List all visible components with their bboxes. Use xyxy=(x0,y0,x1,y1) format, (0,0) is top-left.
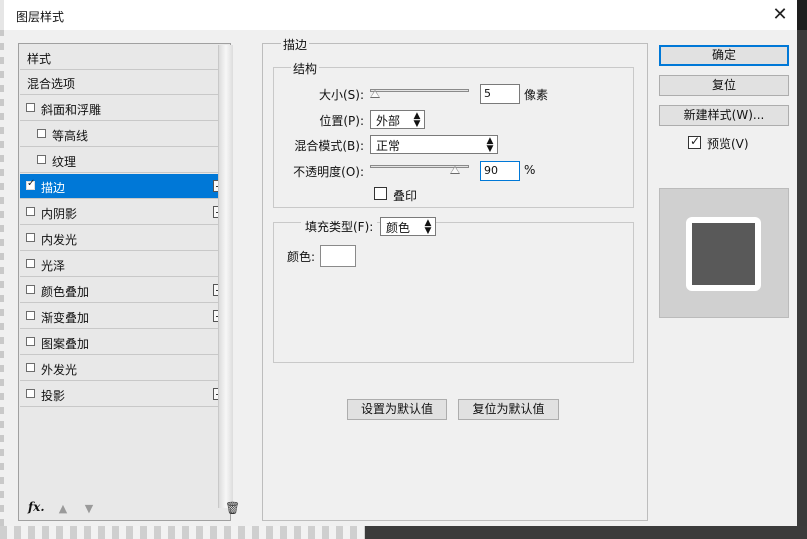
style-item[interactable]: 斜面和浮雕 xyxy=(20,96,229,121)
size-input[interactable]: 5 xyxy=(480,84,520,104)
style-item-label: 斜面和浮雕 xyxy=(41,103,102,117)
set-default-button[interactable]: 设置为默认值 xyxy=(347,399,447,420)
style-item[interactable]: 混合选项 xyxy=(20,70,229,95)
move-up-icon[interactable]: ▲ xyxy=(57,502,69,515)
style-item-checkbox[interactable] xyxy=(26,178,35,190)
updown-arrow-icon: ▲ ▼ xyxy=(486,136,494,154)
preview-checkbox[interactable] xyxy=(688,134,701,149)
style-item-label: 混合选项 xyxy=(27,77,76,91)
size-slider-thumb[interactable] xyxy=(370,90,380,98)
style-item-checkbox[interactable] xyxy=(26,363,35,372)
styles-list-scrollbar[interactable] xyxy=(218,45,233,508)
opacity-input[interactable]: 90 xyxy=(480,161,520,181)
style-item-checkbox[interactable] xyxy=(26,389,35,398)
style-item-label: 内发光 xyxy=(41,233,78,247)
style-item-checkbox[interactable] xyxy=(26,285,35,294)
position-value: 外部 xyxy=(376,114,401,128)
style-item-label: 光泽 xyxy=(41,259,66,273)
size-label: 大小(S): xyxy=(318,88,364,102)
opacity-slider-thumb[interactable] xyxy=(450,166,461,174)
style-item[interactable]: 纹理 xyxy=(20,148,229,173)
style-preview xyxy=(659,188,789,318)
style-item-checkbox[interactable] xyxy=(37,155,46,164)
style-item[interactable]: 描边 xyxy=(20,174,229,199)
move-down-icon[interactable]: ▼ xyxy=(83,502,95,515)
reset-default-button[interactable]: 复位为默认值 xyxy=(458,399,559,420)
style-item[interactable]: 渐变叠加 xyxy=(20,304,229,329)
updown-arrow-icon: ▲ ▼ xyxy=(424,218,432,236)
updown-arrow-icon: ▲ ▼ xyxy=(413,111,421,129)
style-item-checkbox[interactable] xyxy=(26,233,35,242)
size-unit: 像素 xyxy=(524,88,549,102)
style-item-checkbox[interactable] xyxy=(26,259,35,268)
stroke-section-title: 描边 xyxy=(281,36,310,53)
structure-title: 结构 xyxy=(291,60,320,77)
close-icon[interactable]: ✕ xyxy=(769,4,791,26)
style-item-label: 渐变叠加 xyxy=(41,311,90,325)
opacity-unit: % xyxy=(524,163,536,177)
style-item-label: 颜色叠加 xyxy=(41,285,90,299)
styles-list: 样式 混合选项斜面和浮雕等高线纹理描边内阴影内发光光泽颜色叠加渐变叠加图案叠加外… xyxy=(18,43,231,521)
fill-type-value: 颜色 xyxy=(386,221,411,235)
blend-mode-value: 正常 xyxy=(376,139,401,153)
preview-fill xyxy=(692,223,755,285)
preview-label: 预览(V) xyxy=(707,137,749,151)
new-style-button[interactable]: 新建样式(W)... xyxy=(659,105,789,126)
style-item[interactable]: 光泽 xyxy=(20,252,229,277)
style-item-label: 描边 xyxy=(41,181,66,195)
styles-list-footer: fx. ▲ ▼ 🗑 xyxy=(19,500,240,520)
style-item[interactable]: 内阴影 xyxy=(20,200,229,225)
style-item-label: 图案叠加 xyxy=(41,337,90,351)
dialog-title: 图层样式 xyxy=(16,10,65,24)
styles-header[interactable]: 样式 xyxy=(20,45,229,70)
dialog-client: 样式 混合选项斜面和浮雕等高线纹理描边内阴影内发光光泽颜色叠加渐变叠加图案叠加外… xyxy=(4,30,797,526)
size-slider[interactable] xyxy=(370,89,469,92)
position-select[interactable]: 外部 ▲ ▼ xyxy=(370,110,425,129)
trash-icon[interactable]: 🗑 xyxy=(225,501,240,515)
blend-mode-label: 混合模式(B): xyxy=(294,139,364,153)
style-item-label: 等高线 xyxy=(52,129,89,143)
stroke-color-swatch[interactable] xyxy=(320,245,356,267)
opacity-label: 不透明度(O): xyxy=(293,165,364,179)
fill-type-label: 填充类型(F): xyxy=(301,218,378,235)
style-item-label: 外发光 xyxy=(41,363,78,377)
color-label: 颜色: xyxy=(287,250,316,264)
position-label: 位置(P): xyxy=(319,114,364,128)
style-item[interactable]: 外发光 xyxy=(20,356,229,381)
style-item-checkbox[interactable] xyxy=(26,103,35,112)
fx-menu-button[interactable]: fx. xyxy=(28,500,45,514)
overprint-checkbox[interactable] xyxy=(374,187,387,200)
title-bar: 图层样式 ✕ xyxy=(4,0,797,30)
blend-mode-select[interactable]: 正常 ▲ ▼ xyxy=(370,135,498,154)
style-item-label: 纹理 xyxy=(52,155,77,169)
style-item[interactable]: 等高线 xyxy=(20,122,229,147)
reset-button[interactable]: 复位 xyxy=(659,75,789,96)
overprint-label: 叠印 xyxy=(393,189,418,203)
style-item-checkbox[interactable] xyxy=(26,311,35,320)
style-item-checkbox[interactable] xyxy=(26,337,35,346)
layer-style-dialog: 图层样式 ✕ 样式 混合选项斜面和浮雕等高线纹理描边内阴影内发光光泽颜色叠加渐变… xyxy=(4,0,797,526)
style-item[interactable]: 投影 xyxy=(20,382,229,407)
stroke-panel: 描边 结构 大小(S): 5 像素 位置(P): 外部 ▲ ▼ 混合模式(B): … xyxy=(262,36,648,521)
style-item-label: 内阴影 xyxy=(41,207,78,221)
fill-group: 填充类型(F): 颜色 ▲ ▼ 颜色: xyxy=(273,217,634,363)
preview-stroke xyxy=(686,217,761,291)
ok-button[interactable]: 确定 xyxy=(659,45,789,66)
structure-group: 结构 大小(S): 5 像素 位置(P): 外部 ▲ ▼ 混合模式(B): 正常 … xyxy=(273,60,634,208)
style-item-checkbox[interactable] xyxy=(37,129,46,138)
style-item-checkbox[interactable] xyxy=(26,207,35,216)
style-item[interactable]: 颜色叠加 xyxy=(20,278,229,303)
fill-type-select[interactable]: 颜色 ▲ ▼ xyxy=(380,217,436,236)
background-app-right xyxy=(797,0,807,539)
style-item[interactable]: 图案叠加 xyxy=(20,330,229,355)
styles-header-label: 样式 xyxy=(27,52,52,66)
background-canvas-bottom xyxy=(0,526,807,539)
style-item[interactable]: 内发光 xyxy=(20,226,229,251)
style-item-label: 投影 xyxy=(41,389,66,403)
